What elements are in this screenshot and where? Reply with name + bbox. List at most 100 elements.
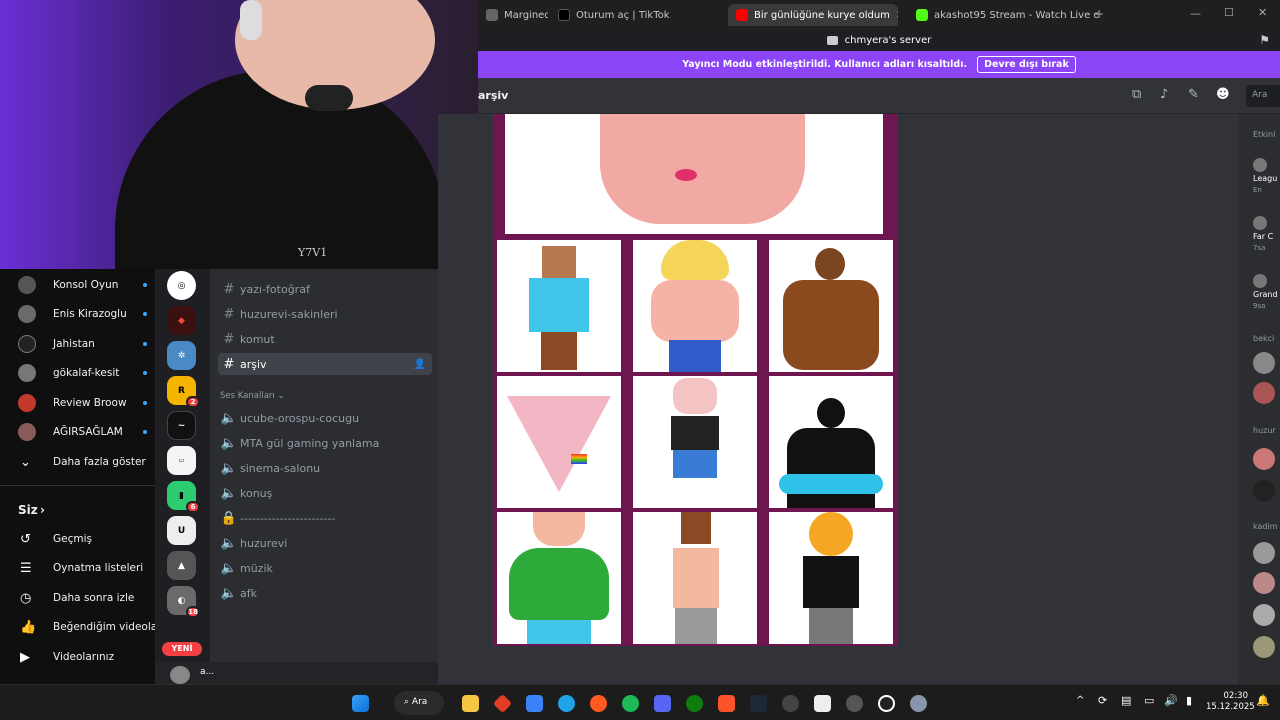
inbox-icon[interactable]: ⚑ (1259, 33, 1270, 47)
drawing-image[interactable] (633, 512, 757, 644)
text-channel[interactable]: # komut (218, 328, 432, 350)
tray-chevron-icon[interactable]: ^ (1076, 695, 1084, 706)
store-icon[interactable] (526, 695, 543, 712)
discord-icon[interactable] (654, 695, 671, 712)
search-input[interactable]: Ara (1246, 85, 1280, 107)
disable-streamer-mode-button[interactable]: Devre dışı bırak (977, 56, 1076, 73)
window-close-icon[interactable]: ✕ (1258, 6, 1267, 19)
your-videos-item[interactable]: ▶ Videolarınız (0, 643, 155, 671)
show-more-button[interactable]: ⌄ Daha fazla göster (0, 448, 155, 476)
drawing-image[interactable] (769, 512, 893, 644)
network-icon[interactable]: ▤ (1121, 694, 1131, 707)
threads-icon[interactable]: ⧉ (1132, 87, 1141, 102)
voice-channel[interactable]: 🔈 afk (218, 582, 432, 604)
server-icon[interactable]: ▮ 6 (167, 481, 200, 513)
avatar[interactable] (1253, 274, 1267, 288)
subscription-item[interactable]: Review Broow (0, 389, 155, 417)
locked-voice-channel[interactable]: 🔒 ------------------------ (218, 507, 432, 529)
maximize-icon[interactable]: ☐ (1224, 6, 1234, 19)
voice-channel[interactable]: 🔈 huzurevi (218, 532, 432, 554)
subscription-item[interactable]: Konsol Oyun (0, 271, 155, 299)
sync-icon[interactable]: ⟳ (1098, 694, 1107, 707)
playlists-item[interactable]: ☰ Oynatma listeleri (0, 554, 155, 582)
browser-tab-active[interactable]: Bir günlüğüne kurye oldum✕ (728, 4, 898, 26)
pin-icon[interactable]: ✎ (1188, 87, 1199, 102)
image-grid-attachment[interactable] (493, 236, 898, 646)
spotify-icon[interactable] (622, 695, 639, 712)
member-list-icon[interactable]: ☻ (1216, 87, 1230, 102)
drawing-image[interactable] (633, 376, 757, 508)
server-icon[interactable]: ▭ (167, 446, 196, 475)
avatar[interactable] (1253, 480, 1275, 502)
server-icon[interactable]: ◎ (167, 271, 196, 300)
you-section-header[interactable]: Siz › (0, 496, 155, 524)
voice-channel[interactable]: 🔈 ucube-orospu-cocugu (218, 407, 432, 429)
voice-channel[interactable]: 🔈 konuş (218, 482, 432, 504)
browser-tab[interactable]: Margined F (478, 4, 548, 26)
xbox-icon[interactable] (686, 695, 703, 712)
app-icon[interactable] (846, 695, 863, 712)
steam-icon[interactable] (750, 695, 767, 712)
invite-icon[interactable]: 👤 (414, 359, 426, 370)
text-channel[interactable]: # yazı-fotoğraf (218, 278, 432, 300)
drawing-image[interactable] (769, 376, 893, 508)
liked-videos-item[interactable]: 👍 Beğendiğim videolar (0, 613, 162, 641)
battery-icon[interactable]: ▮ (1186, 694, 1192, 707)
avatar[interactable] (1253, 448, 1275, 470)
avatar[interactable] (1253, 216, 1267, 230)
watch-later-item[interactable]: ◷ Daha sonra izle (0, 584, 155, 612)
avatar[interactable] (1253, 382, 1275, 404)
subscription-item[interactable]: AĞIRSAĞLAM (0, 418, 155, 446)
browser-tab[interactable]: Oturum aç | TikTok (550, 4, 720, 26)
subscription-item[interactable]: Enis Kirazoglu (0, 300, 155, 328)
taskbar-search[interactable]: ⌕ Ara (394, 691, 444, 715)
help-icon[interactable] (558, 695, 575, 712)
volume-icon[interactable]: 🔊 (1164, 694, 1178, 707)
clock[interactable]: 02:30 15.12.2025 (1206, 691, 1255, 713)
minimize-icon[interactable]: — (1190, 7, 1201, 20)
avatar[interactable] (1253, 636, 1275, 658)
avatar[interactable] (1253, 542, 1275, 564)
notification-icon[interactable]: 🔔 (1256, 694, 1270, 707)
drawing-image[interactable] (769, 240, 893, 372)
folder-icon[interactable] (462, 695, 479, 712)
avatar[interactable] (1253, 572, 1275, 594)
avatar[interactable] (1253, 604, 1275, 626)
app-icon[interactable] (814, 695, 831, 712)
app-icon[interactable] (492, 693, 513, 714)
windows-start-icon[interactable] (352, 695, 369, 712)
text-channel-active[interactable]: # arşiv 👤 (218, 353, 432, 375)
drawing-image[interactable] (497, 240, 621, 372)
display-icon[interactable]: ▭ (1144, 694, 1154, 707)
settings-icon[interactable] (910, 695, 927, 712)
new-tab-icon[interactable]: + (1094, 7, 1104, 21)
server-icon[interactable]: ~ (167, 411, 196, 440)
drawing-image[interactable] (633, 240, 757, 372)
server-icon[interactable]: ▲ (167, 551, 196, 580)
drawing-image[interactable] (497, 376, 621, 508)
close-icon[interactable]: ✕ (896, 10, 898, 21)
obs-icon[interactable] (878, 695, 895, 712)
subscription-item[interactable]: Jahistan (0, 330, 155, 358)
server-icon[interactable]: U (167, 516, 196, 545)
avatar[interactable] (1253, 158, 1267, 172)
image-attachment[interactable] (493, 114, 898, 238)
drawing-image[interactable] (505, 114, 883, 234)
soundcloud-icon[interactable] (590, 695, 607, 712)
voice-channel[interactable]: 🔈 MTA gül gaming yanlama (218, 432, 432, 454)
avatar[interactable] (170, 666, 190, 684)
bell-icon[interactable]: ♪ (1160, 87, 1168, 102)
server-icon[interactable]: ◐ 18 (167, 586, 200, 618)
voice-channel[interactable]: 🔈 müzik (218, 557, 432, 579)
voice-channel[interactable]: 🔈 sinema-salonu (218, 457, 432, 479)
server-icon[interactable]: ◆ (167, 306, 196, 335)
new-badge[interactable]: YENİ (162, 642, 202, 656)
voice-category-header[interactable]: Ses Kanalları ⌄ (220, 391, 285, 401)
history-item[interactable]: ↺ Geçmiş (0, 525, 155, 553)
avatar[interactable] (1253, 352, 1275, 374)
drawing-image[interactable] (497, 512, 621, 644)
brave-icon[interactable] (718, 695, 735, 712)
text-channel[interactable]: # huzurevi-sakinleri (218, 303, 432, 325)
server-icon[interactable]: ✲ (167, 341, 196, 370)
subscription-item[interactable]: gökalaf-kesit (0, 359, 155, 387)
